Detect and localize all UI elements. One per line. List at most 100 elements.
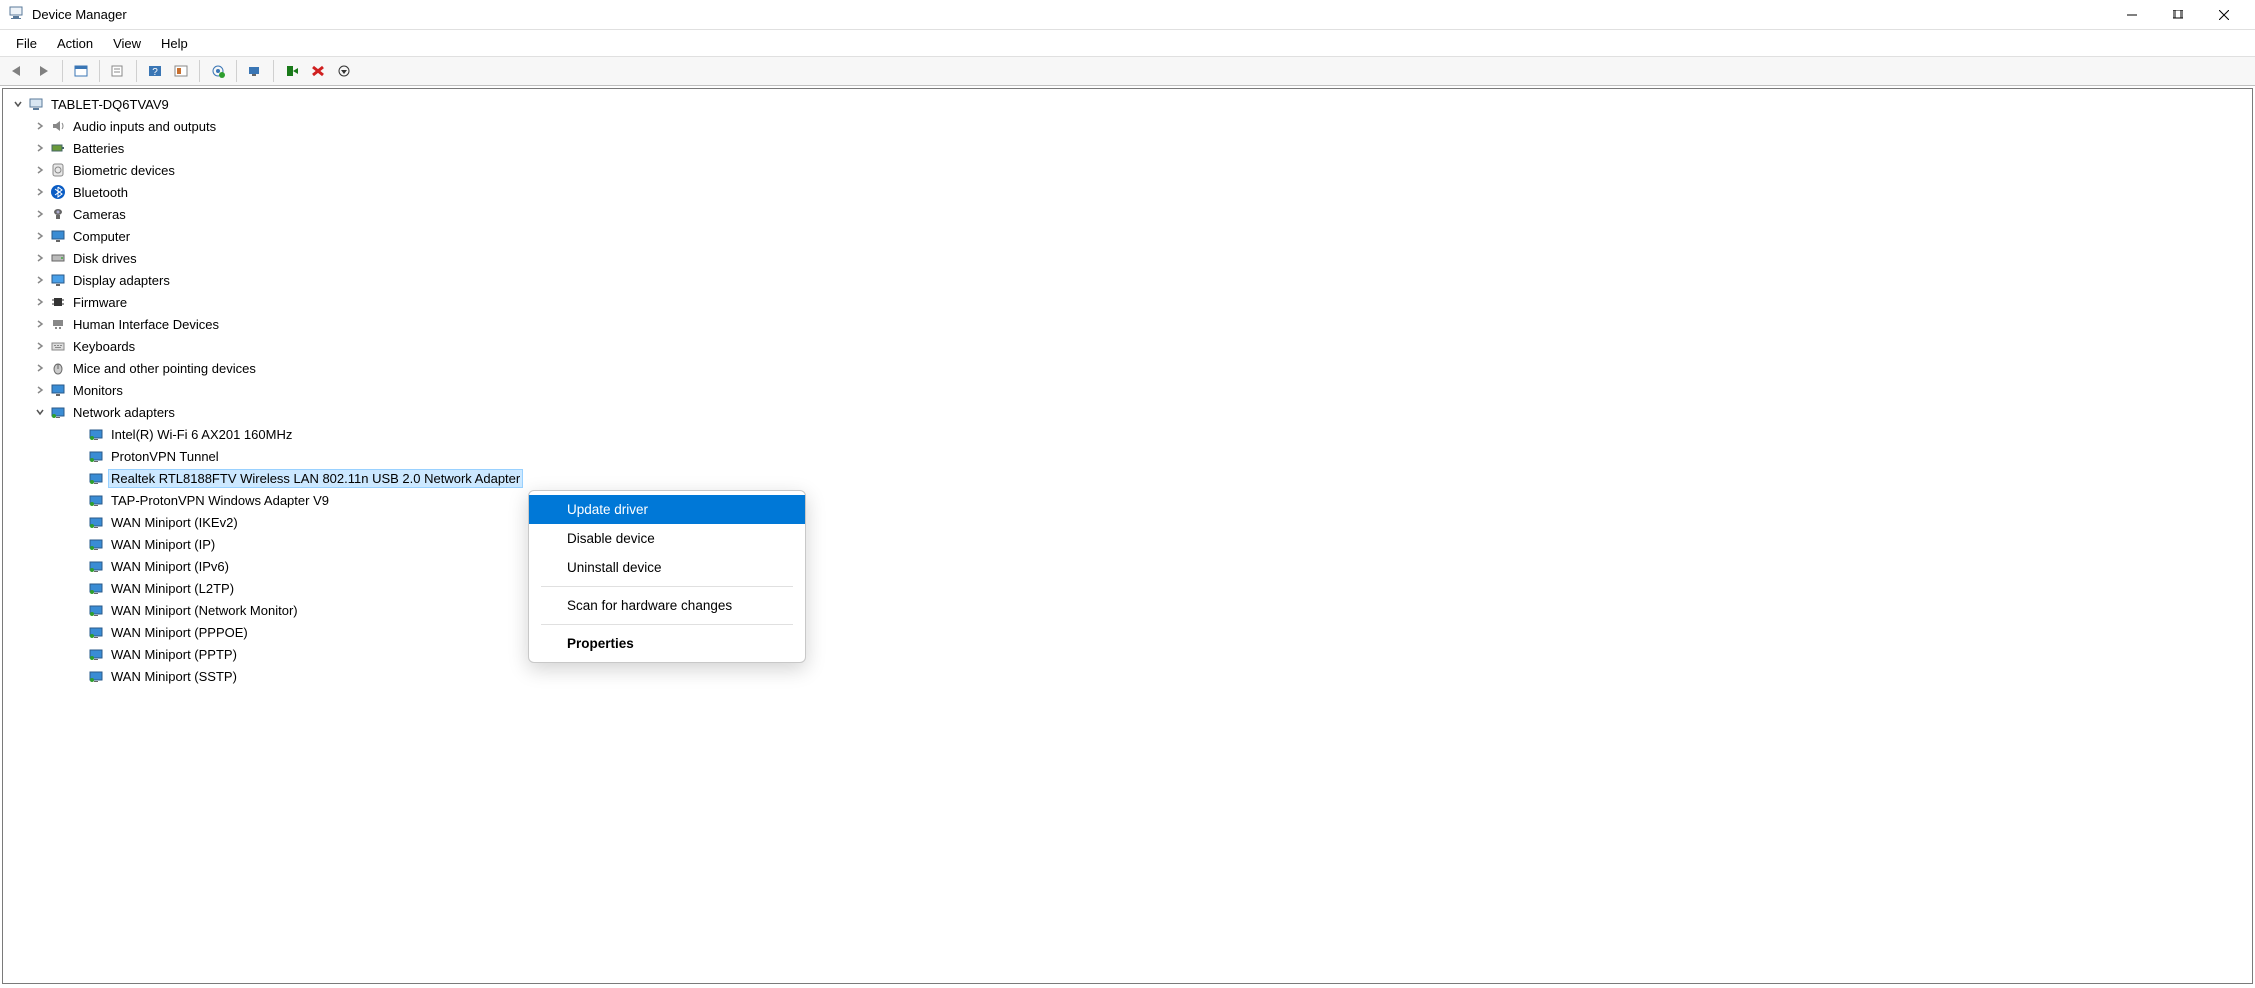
tree-device[interactable]: WAN Miniport (PPPOE) bbox=[3, 621, 2252, 643]
network-device-icon bbox=[87, 668, 105, 684]
monitor-icon bbox=[49, 382, 67, 398]
tree-item-label: WAN Miniport (IPv6) bbox=[109, 558, 231, 575]
tree-category[interactable]: Keyboards bbox=[3, 335, 2252, 357]
chevron-down-icon[interactable] bbox=[33, 405, 47, 419]
chevron-right-icon[interactable] bbox=[33, 119, 47, 133]
tree-device[interactable]: WAN Miniport (IKEv2) bbox=[3, 511, 2252, 533]
tree-item-label: WAN Miniport (SSTP) bbox=[109, 668, 239, 685]
tree-category[interactable]: Batteries bbox=[3, 137, 2252, 159]
chevron-right-icon[interactable] bbox=[33, 273, 47, 287]
chevron-right-icon[interactable] bbox=[33, 361, 47, 375]
hid-icon bbox=[49, 316, 67, 332]
chevron-right-icon[interactable] bbox=[33, 251, 47, 265]
tree-item-label: WAN Miniport (IP) bbox=[109, 536, 217, 553]
tree-device[interactable]: Realtek RTL8188FTV Wireless LAN 802.11n … bbox=[3, 467, 2252, 489]
mouse-icon bbox=[49, 360, 67, 376]
chevron-right-icon[interactable] bbox=[33, 185, 47, 199]
tree-item-label: Keyboards bbox=[71, 338, 137, 355]
context-menu: Update driverDisable deviceUninstall dev… bbox=[528, 490, 806, 663]
camera-icon bbox=[49, 206, 67, 222]
context-menu-item[interactable]: Scan for hardware changes bbox=[529, 591, 805, 620]
tree-category[interactable]: Monitors bbox=[3, 379, 2252, 401]
tree-category[interactable]: Cameras bbox=[3, 203, 2252, 225]
display-icon bbox=[49, 272, 67, 288]
context-menu-item[interactable]: Disable device bbox=[529, 524, 805, 553]
scan-hardware-button[interactable] bbox=[243, 60, 267, 82]
tree-item-label: Disk drives bbox=[71, 250, 139, 267]
context-menu-item[interactable]: Uninstall device bbox=[529, 553, 805, 582]
toolbar-separator bbox=[236, 60, 237, 82]
computer-icon bbox=[27, 96, 45, 112]
action-center-button[interactable] bbox=[169, 60, 193, 82]
context-menu-item[interactable]: Properties bbox=[529, 629, 805, 658]
tree-device[interactable]: TAP-ProtonVPN Windows Adapter V9 bbox=[3, 489, 2252, 511]
enable-device-button[interactable] bbox=[280, 60, 304, 82]
chevron-right-icon[interactable] bbox=[33, 383, 47, 397]
disk-icon bbox=[49, 250, 67, 266]
tree-category[interactable]: Network adapters bbox=[3, 401, 2252, 423]
tree-category[interactable]: Audio inputs and outputs bbox=[3, 115, 2252, 137]
tree-item-label: Cameras bbox=[71, 206, 128, 223]
menu-view[interactable]: View bbox=[103, 33, 151, 54]
back-button[interactable] bbox=[6, 60, 30, 82]
network-device-icon bbox=[87, 624, 105, 640]
chevron-down-icon[interactable] bbox=[11, 97, 25, 111]
tree-item-label: Audio inputs and outputs bbox=[71, 118, 218, 135]
tree-item-label: Bluetooth bbox=[71, 184, 130, 201]
toolbar-separator bbox=[199, 60, 200, 82]
help-button[interactable]: ? bbox=[143, 60, 167, 82]
tree-device[interactable]: WAN Miniport (L2TP) bbox=[3, 577, 2252, 599]
tree-category[interactable]: Human Interface Devices bbox=[3, 313, 2252, 335]
tree-category[interactable]: Display adapters bbox=[3, 269, 2252, 291]
toolbar-separator bbox=[273, 60, 274, 82]
maximize-button[interactable] bbox=[2155, 0, 2201, 30]
menu-help[interactable]: Help bbox=[151, 33, 198, 54]
network-icon bbox=[49, 404, 67, 420]
toolbar: ? bbox=[0, 56, 2255, 86]
tree-category[interactable]: Computer bbox=[3, 225, 2252, 247]
speaker-icon bbox=[49, 118, 67, 134]
forward-button[interactable] bbox=[32, 60, 56, 82]
menubar: File Action View Help bbox=[0, 30, 2255, 56]
tree-device[interactable]: ProtonVPN Tunnel bbox=[3, 445, 2252, 467]
chevron-right-icon[interactable] bbox=[33, 339, 47, 353]
close-button[interactable] bbox=[2201, 0, 2247, 30]
uninstall-button[interactable] bbox=[306, 60, 330, 82]
monitor-icon bbox=[49, 228, 67, 244]
chevron-right-icon[interactable] bbox=[33, 141, 47, 155]
tree-category[interactable]: Mice and other pointing devices bbox=[3, 357, 2252, 379]
chevron-right-icon[interactable] bbox=[33, 229, 47, 243]
context-menu-separator bbox=[541, 624, 793, 625]
tree-category[interactable]: Bluetooth bbox=[3, 181, 2252, 203]
tree-device[interactable]: WAN Miniport (IPv6) bbox=[3, 555, 2252, 577]
tree-item-label: WAN Miniport (Network Monitor) bbox=[109, 602, 300, 619]
tree-device[interactable]: Intel(R) Wi-Fi 6 AX201 160MHz bbox=[3, 423, 2252, 445]
titlebar: Device Manager bbox=[0, 0, 2255, 30]
show-hidden-button[interactable] bbox=[69, 60, 93, 82]
menu-file[interactable]: File bbox=[6, 33, 47, 54]
tree-category[interactable]: Disk drives bbox=[3, 247, 2252, 269]
tree-category[interactable]: Biometric devices bbox=[3, 159, 2252, 181]
tree-item-label: Batteries bbox=[71, 140, 126, 157]
properties-button[interactable] bbox=[106, 60, 130, 82]
context-menu-item[interactable]: Update driver bbox=[529, 495, 805, 524]
tree-item-label: ProtonVPN Tunnel bbox=[109, 448, 221, 465]
more-button[interactable] bbox=[332, 60, 356, 82]
tree-device[interactable]: WAN Miniport (IP) bbox=[3, 533, 2252, 555]
network-device-icon bbox=[87, 426, 105, 442]
chevron-right-icon[interactable] bbox=[33, 207, 47, 221]
tree-device[interactable]: WAN Miniport (Network Monitor) bbox=[3, 599, 2252, 621]
menu-action[interactable]: Action bbox=[47, 33, 103, 54]
chevron-right-icon[interactable] bbox=[33, 295, 47, 309]
update-driver-button[interactable] bbox=[206, 60, 230, 82]
minimize-button[interactable] bbox=[2109, 0, 2155, 30]
tree-category[interactable]: Firmware bbox=[3, 291, 2252, 313]
tree-device[interactable]: WAN Miniport (PPTP) bbox=[3, 643, 2252, 665]
chevron-right-icon[interactable] bbox=[33, 317, 47, 331]
chevron-right-icon[interactable] bbox=[33, 163, 47, 177]
tree-root[interactable]: TABLET-DQ6TVAV9 bbox=[3, 93, 2252, 115]
toolbar-separator bbox=[99, 60, 100, 82]
tree-item-label: WAN Miniport (PPPOE) bbox=[109, 624, 250, 641]
tree-device[interactable]: WAN Miniport (SSTP) bbox=[3, 665, 2252, 687]
device-tree[interactable]: TABLET-DQ6TVAV9 Audio inputs and outputs B… bbox=[2, 88, 2253, 984]
